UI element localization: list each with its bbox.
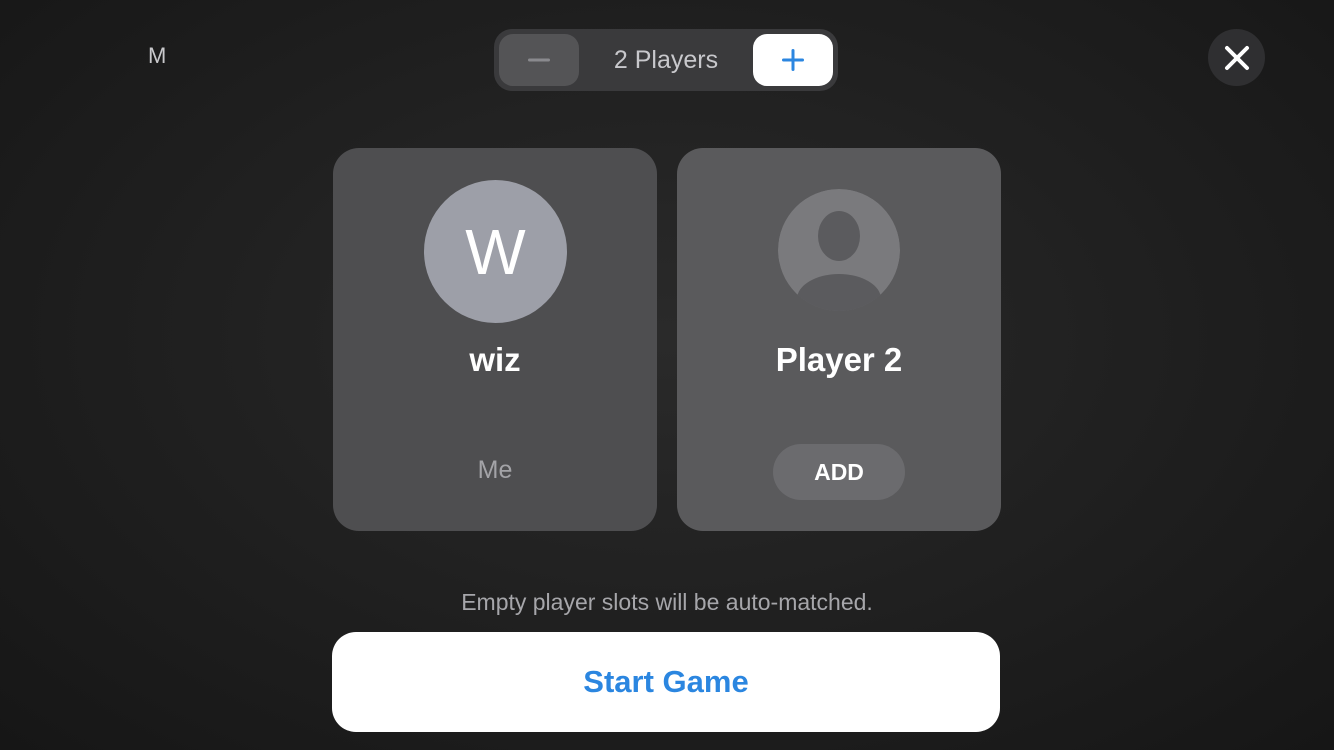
minus-icon (528, 58, 550, 62)
close-button[interactable] (1208, 29, 1265, 86)
corner-label: M (148, 43, 167, 68)
player-count-label: 2 Players (613, 46, 719, 74)
player-count-stepper: 2 Players (494, 29, 838, 91)
decrease-players-button[interactable] (499, 34, 579, 86)
player-name: wiz (469, 341, 521, 378)
me-label: Me (477, 456, 513, 484)
close-icon (1224, 45, 1249, 70)
player-card-me: W wiz Me (333, 148, 657, 531)
auto-match-hint: Empty player slots will be auto-matched. (461, 589, 873, 615)
player-name: Player 2 (775, 341, 903, 378)
start-game-button[interactable]: Start Game (332, 632, 1000, 732)
avatar: W (424, 180, 567, 323)
person-placeholder-icon (778, 189, 900, 311)
add-player-button[interactable]: ADD (773, 444, 905, 500)
player-card-player-2[interactable]: Player 2 ADD (677, 148, 1001, 531)
plus-icon (782, 49, 804, 71)
increase-players-button[interactable] (753, 34, 833, 86)
